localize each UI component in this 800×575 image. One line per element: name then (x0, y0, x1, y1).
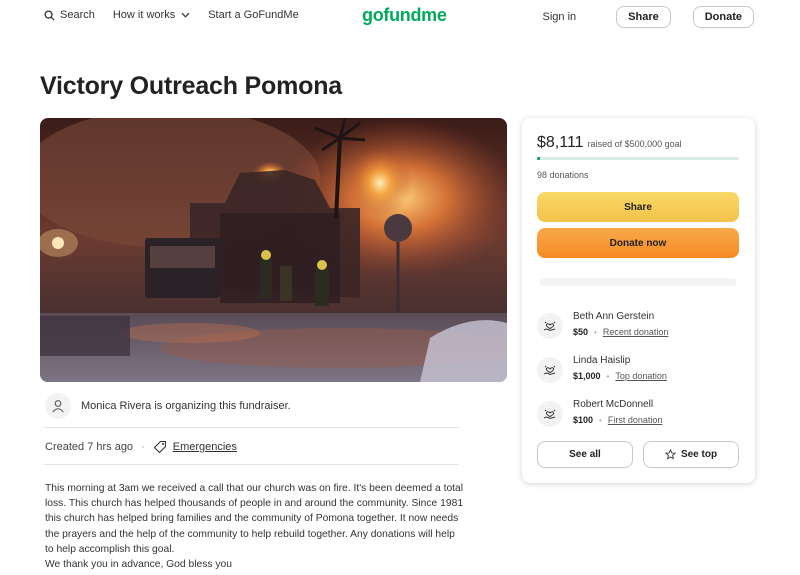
progress-bar (537, 157, 739, 160)
donor-item: Linda Haislip $1,000 • Top donation (537, 355, 667, 383)
donor-amount: $50 (573, 327, 589, 337)
top-navigation: Search How it works Start a GoFundMe gof… (0, 0, 800, 32)
organizer-avatar (45, 393, 71, 419)
amount-raised: $8,111 (537, 134, 584, 151)
page-title: Victory Outreach Pomona (40, 72, 342, 100)
share-button[interactable]: Share (537, 192, 739, 222)
divider (44, 464, 459, 465)
goal-text: raised of $500,000 goal (587, 139, 682, 149)
see-top-label: See top (680, 449, 718, 460)
chevron-down-icon (181, 12, 190, 18)
header-share-button[interactable]: Share (616, 6, 671, 28)
organizer-row[interactable]: Monica Rivera is organizing this fundrai… (45, 393, 291, 419)
search-link[interactable]: Search (44, 9, 95, 21)
donor-amount: $1,000 (573, 371, 601, 381)
sign-in-link[interactable]: Sign in (543, 11, 577, 23)
nav-right: Sign in Share Donate (543, 6, 754, 28)
search-label: Search (60, 9, 95, 21)
top-donation-link[interactable]: Top donation (615, 371, 667, 381)
divider (44, 427, 459, 428)
recent-donation-link[interactable]: Recent donation (603, 327, 669, 337)
start-label: Start a GoFundMe (208, 9, 299, 21)
how-it-works-menu[interactable]: How it works (113, 9, 190, 21)
donor-separator: • (594, 327, 597, 337)
see-top-button[interactable]: See top (643, 441, 739, 468)
donate-now-button[interactable]: Donate now (537, 228, 739, 258)
faint-banner (540, 278, 736, 286)
donation-count: 98 donations (537, 170, 589, 180)
star-icon (664, 449, 676, 460)
donor-amount: $100 (573, 415, 594, 425)
created-time: Created 7 hrs ago (45, 441, 134, 453)
header-donate-button[interactable]: Donate (692, 6, 754, 28)
donation-card: $8,111 raised of $500,000 goal 98 donati… (522, 118, 755, 483)
tag-icon (153, 440, 166, 454)
story-paragraph: This morning at 3am we received a call t… (45, 483, 464, 555)
donor-name: Robert McDonnell (573, 399, 654, 410)
campaign-story: This morning at 3am we received a call t… (45, 481, 465, 572)
amount-raised-row: $8,111 raised of $500,000 goal (537, 134, 682, 152)
donor-name: Beth Ann Gerstein (573, 311, 655, 322)
how-it-works-label: How it works (112, 9, 176, 21)
heart-hand-icon (537, 401, 563, 427)
campaign-meta: Created 7 hrs ago · Emergencies (45, 440, 237, 454)
donor-separator: • (599, 415, 602, 425)
donor-item: Beth Ann Gerstein $50 • Recent donation (537, 311, 668, 339)
organizer-text: Monica Rivera is organizing this fundrai… (81, 400, 291, 412)
heart-hand-icon (537, 357, 563, 383)
first-donation-link[interactable]: First donation (608, 415, 663, 425)
story-paragraph: We thank you in advance, God bless you (45, 559, 232, 571)
meta-separator: · (141, 441, 145, 453)
donor-separator: • (606, 371, 610, 381)
see-all-label: See all (569, 449, 601, 460)
category-link[interactable]: Emergencies (173, 441, 237, 453)
gofundme-logo[interactable]: gofundme (362, 5, 447, 26)
donor-name: Linda Haislip (573, 355, 631, 366)
start-gofundme-link[interactable]: Start a GoFundMe (208, 9, 299, 21)
donor-item: Robert McDonnell $100 • First donation (537, 399, 662, 427)
progress-fill (537, 157, 541, 160)
user-icon (52, 400, 64, 413)
nav-left: Search How it works Start a GoFundMe (44, 9, 317, 21)
category-tag[interactable]: Emergencies (153, 440, 237, 454)
campaign-hero-image[interactable] (40, 118, 507, 382)
heart-hand-icon (537, 313, 563, 339)
see-all-button[interactable]: See all (537, 441, 633, 468)
search-icon (44, 9, 55, 21)
